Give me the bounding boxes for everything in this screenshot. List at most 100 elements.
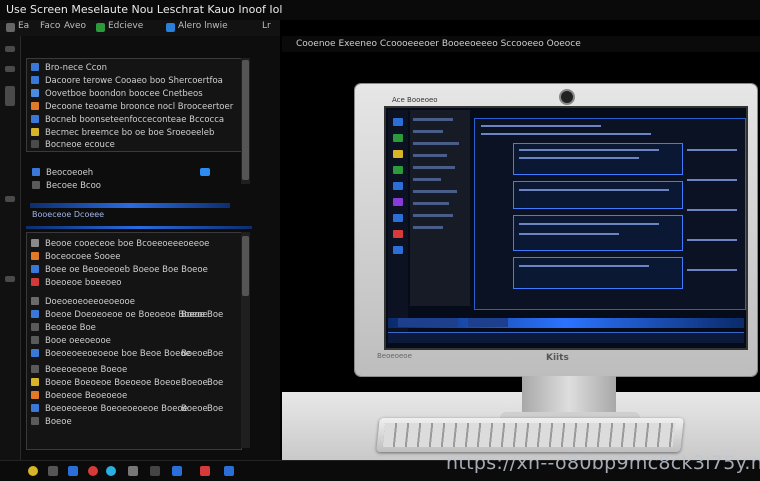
list-item-label: Bro-nece Ccon: [45, 63, 107, 73]
text-line: [413, 130, 443, 133]
scroll-thumb[interactable]: [242, 60, 249, 180]
list-item[interactable]: Boeoeoe boeeoeo: [31, 278, 122, 289]
menu-item-4[interactable]: Edcieve: [108, 21, 143, 31]
file-icon: [31, 323, 39, 331]
text-line: [687, 239, 737, 241]
file-icon: [31, 89, 39, 97]
list-item[interactable]: Boeoe Doeoeoeoe oe Boeoeoe Boeoe Boeoe Boe: [31, 310, 223, 321]
list-item[interactable]: Bocneb boonseteenfocceconteae Bccocca: [31, 115, 224, 126]
menu-item-2[interactable]: Faco: [40, 21, 60, 31]
screen-status-bar: [388, 318, 744, 328]
list-item[interactable]: Doeoeoeoeeoeoeooe: [31, 297, 135, 308]
list-item[interactable]: Boeoe Boeoeoe Boeoeoe Boeoe Boeoe Boe: [31, 378, 223, 389]
list-item[interactable]: Boeoeoeeoeoeoe boe Beoe Boeoe Boeoe Boe: [31, 349, 223, 360]
text-line: [687, 209, 737, 211]
list-item[interactable]: Bro-nece Ccon: [31, 63, 107, 74]
keyboard: [376, 418, 684, 452]
divider-bar: [26, 226, 252, 229]
webcam-icon: [559, 89, 575, 105]
bottom-list-scrollbar[interactable]: [241, 232, 250, 448]
side-tool-icon[interactable]: [5, 196, 15, 202]
screen-dialog: [513, 181, 683, 209]
blue-app-icon[interactable]: [166, 23, 175, 32]
chat-icon[interactable]: [106, 466, 116, 476]
file-icon: [32, 181, 40, 189]
toolbar: Ea Faco Aveo Edcieve Alero lnwie Lr: [0, 20, 280, 37]
back-icon[interactable]: [6, 23, 15, 32]
file-icon: [31, 404, 39, 412]
store-icon[interactable]: [172, 466, 182, 476]
list-item-label: Doeoeoeoeeoeoeooe: [45, 297, 135, 307]
settings-icon[interactable]: [150, 466, 160, 476]
list-item[interactable]: Bocneoe ecouce: [31, 140, 115, 151]
side-tool-icon[interactable]: [5, 46, 15, 52]
window-icon[interactable]: [224, 466, 234, 476]
green-app-icon[interactable]: [96, 23, 105, 32]
list-item[interactable]: Boceocoee Sooee: [31, 252, 120, 263]
status-toggle[interactable]: [200, 168, 210, 176]
browser-icon[interactable]: [68, 466, 78, 476]
keyboard-keys: [382, 423, 676, 447]
menu-item-3[interactable]: Aveo: [64, 21, 86, 31]
list-item-label: Bocneoe ecouce: [45, 140, 115, 150]
media-icon[interactable]: [88, 466, 98, 476]
list-item-label: Boeoe: [45, 417, 72, 427]
menu-item-5[interactable]: Alero lnwie: [178, 21, 228, 31]
list-item[interactable]: Beoeoe Boe: [31, 323, 96, 334]
list-item[interactable]: Becmec breemce bo oe boe Sroeoeeleb: [31, 128, 214, 139]
list-item[interactable]: Boeeoeoeoe Boeoe: [31, 365, 127, 376]
side-toolbar: [0, 36, 21, 460]
window-title-bar: Use Screen Meselaute Nou Leschrat Kauo I…: [0, 0, 760, 20]
mail-icon[interactable]: [200, 466, 210, 476]
list-item-label: Becoee Bcoo: [46, 181, 102, 191]
bottom-file-list[interactable]: Beooe cooeceoe boe Bcoeeoeeeoeeoe Boceoc…: [26, 232, 242, 450]
list-item[interactable]: Dacoore terowe Cooaeo boo Shercoertfoa: [31, 76, 223, 87]
list-item[interactable]: Boeoe: [31, 417, 72, 428]
side-tool-icon[interactable]: [5, 86, 15, 106]
text-line: [519, 233, 619, 235]
list-item[interactable]: Beooe cooeceoe boe Bcoeeoeeeoeeoe: [31, 239, 209, 250]
list-item[interactable]: Booe oeeoeooe: [31, 336, 111, 347]
screen-taskbar: [388, 332, 744, 343]
list-item-label: Dacoore terowe Cooaeo boo Shercoertfoa: [45, 76, 223, 86]
text-line: [413, 214, 453, 217]
scroll-thumb[interactable]: [242, 236, 249, 296]
terminal-icon[interactable]: [128, 466, 138, 476]
side-tool-icon[interactable]: [5, 66, 15, 72]
list-item-label: Oovetboe boondon boocee Cnetbeos: [45, 89, 203, 99]
file-icon: [31, 310, 39, 318]
file-icon: [31, 278, 39, 286]
screen-dialog: [513, 143, 683, 175]
start-icon[interactable]: [28, 466, 38, 476]
text-line: [413, 118, 453, 121]
text-line: [413, 190, 457, 193]
top-list-scrollbar[interactable]: [241, 58, 250, 184]
monitor-brand: Kiits: [546, 353, 569, 363]
top-file-list[interactable]: Bro-nece Ccon Dacoore terowe Cooaeo boo …: [26, 58, 242, 152]
preview-title-bar: Cooenoe Exeeneo Ccoooeeeoer Booeeoeeeo S…: [282, 36, 760, 52]
progress-bar: [30, 203, 230, 208]
menu-item-1[interactable]: Ea: [18, 21, 29, 31]
side-tool-icon[interactable]: [5, 276, 15, 282]
list-item-label: Beoeoe Boe: [45, 323, 96, 333]
window-title: Use Screen Meselaute Nou Leschrat Kauo I…: [6, 3, 283, 16]
list-item[interactable]: Oovetboe boondon boocee Cnetbeos: [31, 89, 203, 100]
list-item[interactable]: Boee oe Beoeoeoeb Boeoe Boe Boeoe: [31, 265, 208, 276]
list-item-value: Boeoe: [181, 310, 208, 320]
text-line: [519, 223, 659, 225]
list-item[interactable]: Decoone teoame broonce nocl Brooceertoer: [31, 102, 233, 113]
folder-icon[interactable]: [48, 466, 58, 476]
menu-item-6[interactable]: Lr: [262, 21, 271, 31]
text-line: [413, 142, 459, 145]
screen-app-icon: [393, 150, 403, 158]
list-item-label: Boee oe Beoeoeoeb Boeoe Boe Boeoe: [45, 265, 208, 275]
list-item[interactable]: Becoee Bcoo: [32, 181, 101, 192]
list-item-label: Boeoe Boeoeoe Boeoeoe Boeoe: [45, 378, 181, 388]
text-line: [687, 149, 737, 151]
screen-app-icon: [393, 214, 403, 222]
list-item-label: Boceocoee Sooee: [45, 252, 121, 262]
list-item[interactable]: Beocoeoeh: [32, 168, 93, 179]
list-item[interactable]: Boeoeoeeoe Boeoeoeoeoe Boeoe Boeoe Boe: [31, 404, 223, 415]
list-item[interactable]: Boeoeoe Beoeoeoe: [31, 391, 127, 402]
list-item-label: Becmec breemce bo oe boe Sroeoeeleb: [45, 128, 215, 138]
